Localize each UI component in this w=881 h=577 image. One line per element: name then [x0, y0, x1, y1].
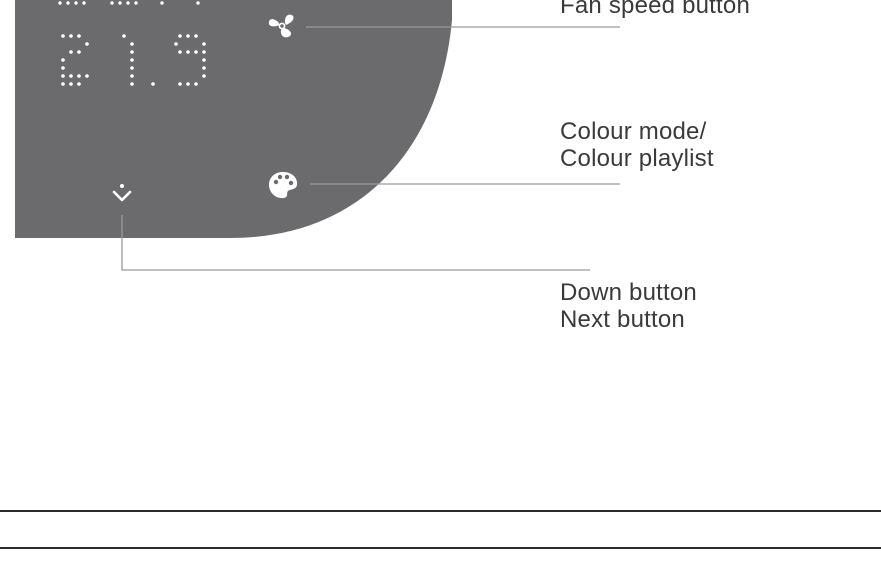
down-button-label: Down button: [560, 279, 697, 306]
divider-rule: [0, 510, 881, 512]
diagram-canvas: Fan speed button Colour mode/ Colour pla…: [0, 0, 881, 577]
colour-mode-callout: Colour mode/ Colour playlist: [560, 118, 714, 172]
colour-playlist-label: Colour playlist: [560, 145, 714, 172]
next-button-label: Next button: [560, 306, 685, 333]
fan-speed-label: Fan speed button: [560, 0, 751, 19]
down-button-callout: Down button Next button: [560, 279, 697, 333]
divider-rule: [0, 547, 881, 549]
fan-speed-callout: Fan speed button: [560, 0, 750, 19]
colour-mode-label: Colour mode/: [560, 118, 707, 145]
decimal-point: [151, 82, 155, 86]
device-panel: [15, 0, 620, 271]
